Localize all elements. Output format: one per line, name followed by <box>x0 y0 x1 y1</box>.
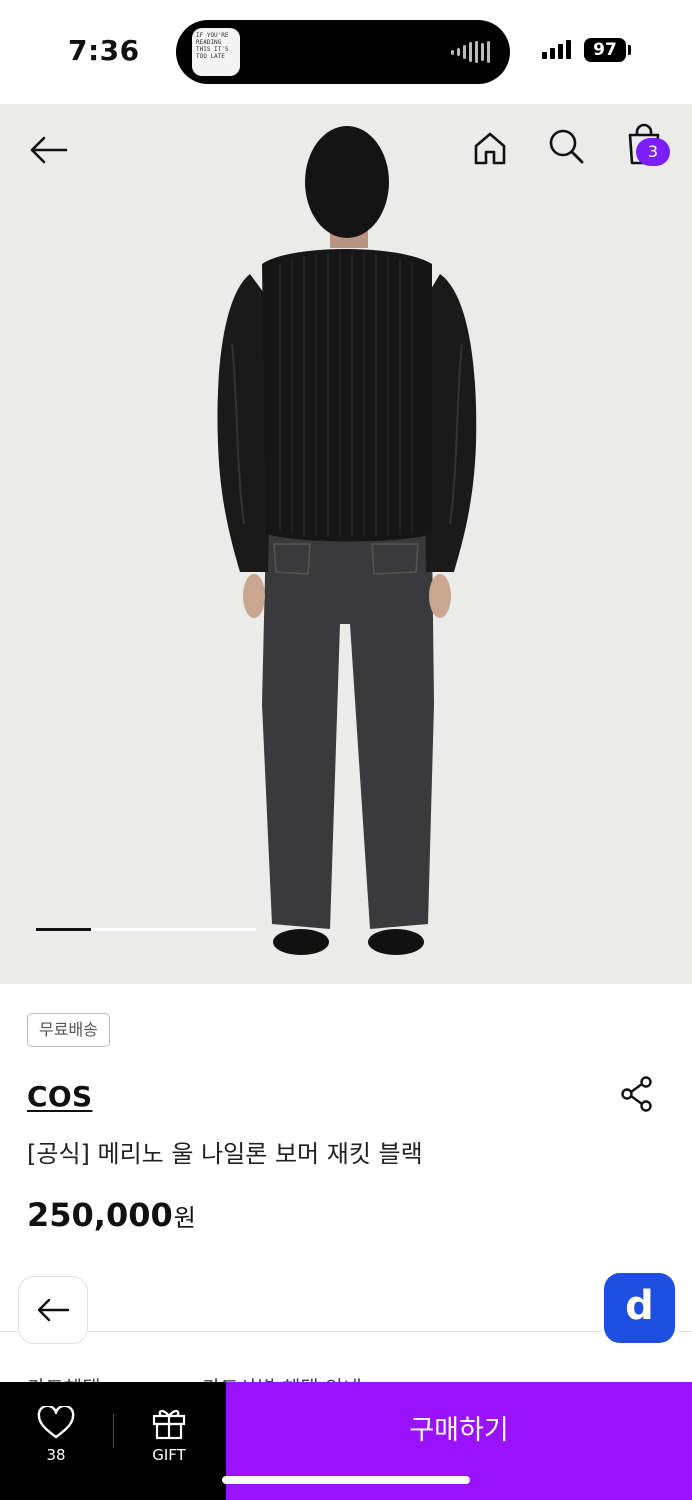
audio-waveform-icon <box>451 40 490 64</box>
cellular-signal-icon <box>542 40 571 59</box>
floating-back-button[interactable] <box>18 1276 88 1344</box>
gift-label: GIFT <box>152 1446 186 1464</box>
product-image-gallery[interactable] <box>0 104 692 984</box>
price-value: 250,000 <box>27 1196 173 1234</box>
arrow-left-icon[interactable] <box>26 128 70 172</box>
gallery-progress-indicator <box>36 928 91 931</box>
brand-link[interactable]: COS <box>27 1080 92 1113</box>
wishlist-count: 38 <box>46 1446 66 1464</box>
share-icon[interactable] <box>620 1076 654 1116</box>
product-name: [공식] 메리노 울 나일론 보머 재킷 블랙 <box>27 1140 423 1168</box>
gift-icon <box>152 1410 186 1440</box>
product-photo <box>217 126 477 955</box>
cart-count-badge: 3 <box>636 138 670 166</box>
top-navigation <box>0 104 692 194</box>
heart-icon <box>37 1406 75 1439</box>
section-divider <box>0 1331 692 1332</box>
battery-tip <box>628 45 631 55</box>
free-shipping-badge: 무료배송 <box>27 1013 110 1047</box>
gift-button[interactable]: GIFT <box>114 1382 224 1500</box>
search-icon[interactable] <box>544 124 588 168</box>
product-price: 250,000원 <box>27 1196 196 1234</box>
battery-indicator: 97 <box>584 38 626 62</box>
wishlist-button[interactable]: 38 <box>0 1382 112 1500</box>
home-indicator[interactable] <box>222 1476 470 1484</box>
arrow-left-icon <box>37 1298 70 1322</box>
dynamic-island[interactable]: IF YOU'RE READING THIS IT'S TOO LATE <box>176 20 510 84</box>
price-unit: 원 <box>173 1204 196 1232</box>
now-playing-artwork: IF YOU'RE READING THIS IT'S TOO LATE <box>192 28 240 76</box>
gallery-progress-track <box>36 928 256 931</box>
status-time: 7:36 <box>68 34 140 67</box>
app-logo-button[interactable]: d <box>604 1273 675 1343</box>
status-bar: 7:36 IF YOU'RE READING THIS IT'S TOO LAT… <box>0 0 692 104</box>
home-icon[interactable] <box>468 126 512 170</box>
